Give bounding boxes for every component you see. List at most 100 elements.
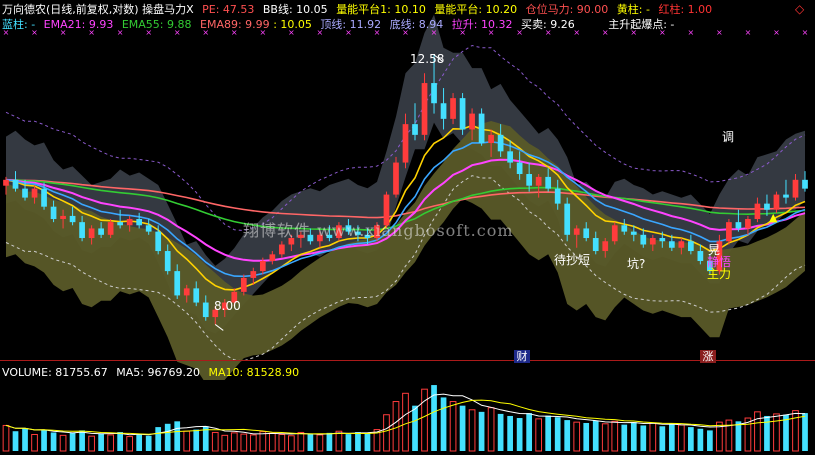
rise-marker: 涨	[700, 350, 716, 363]
candle-body	[773, 194, 780, 210]
stock-title: 万向德农(日线,前复权,对数) 操盘马力X	[2, 3, 194, 16]
ema21-value: EMA21: 9.93	[43, 18, 114, 31]
volume-bar	[145, 435, 152, 451]
volume-bar	[22, 428, 28, 451]
candle-body	[278, 244, 285, 255]
volume-bar	[345, 434, 352, 451]
candle-body	[155, 231, 162, 252]
signal-star: ×	[802, 28, 809, 37]
volume-bar	[487, 407, 495, 452]
signal-star: ×	[716, 28, 723, 37]
volume-bar	[707, 430, 713, 451]
candle-body	[545, 176, 552, 189]
volume-bar	[459, 405, 466, 451]
volume-bar	[383, 414, 390, 452]
candle-body	[117, 222, 123, 226]
candle-body	[754, 203, 761, 220]
volume-bar	[802, 413, 808, 451]
volume-bar	[649, 422, 657, 452]
volume-bar	[583, 422, 590, 451]
volume-bar	[697, 428, 704, 451]
volume-bar	[107, 434, 114, 452]
ma10-value: MA10: 81528.90	[208, 366, 300, 379]
volume-bar	[573, 421, 581, 452]
volume-bar	[221, 434, 229, 452]
candle-body	[50, 206, 57, 220]
header-row-2: 蓝柱: - EMA21: 9.93 EMA55: 9.88 EMA89: 9.9…	[2, 16, 679, 32]
candle-body	[183, 288, 190, 296]
volume-bar	[268, 432, 276, 452]
candle-body	[79, 222, 85, 239]
candle-body	[602, 241, 609, 252]
volume-value: VOLUME: 81755.67	[2, 366, 108, 379]
volume-bar	[240, 433, 248, 452]
panel-separator	[0, 360, 815, 361]
candle-body	[668, 241, 675, 248]
candle-body	[564, 203, 571, 235]
volume-bar	[421, 388, 428, 452]
candle-body	[783, 194, 789, 198]
candle-body	[3, 179, 9, 186]
volume-bar	[316, 434, 324, 452]
volume-bar	[526, 413, 533, 451]
volume-bar	[50, 432, 57, 451]
candle-body	[649, 238, 656, 245]
volume-bar	[677, 424, 685, 452]
candle-body	[240, 277, 247, 292]
low-price-label: 8.00	[214, 299, 241, 313]
yellow-bar-value: 黄柱: -	[616, 3, 650, 16]
candle-body	[659, 238, 666, 242]
volume-bar	[412, 405, 418, 451]
volume-chart	[2, 385, 808, 452]
candle-body	[136, 219, 143, 226]
volume-bar	[249, 434, 257, 452]
pe-value: PE: 47.53	[202, 3, 255, 16]
volume-bar	[230, 432, 238, 452]
diamond-icon: ◇	[795, 2, 805, 16]
volume-bar	[516, 418, 523, 451]
volume-bar	[211, 431, 219, 452]
buy-signal-icon: ▲	[769, 211, 778, 224]
candle-body	[630, 231, 637, 235]
volume-bar	[2, 424, 10, 452]
candle-body	[250, 271, 257, 278]
ema-extra-value: : 10.05	[273, 18, 312, 31]
volume-bar	[497, 413, 504, 451]
position-value: 仓位马力: 90.00	[525, 3, 609, 16]
candle-body	[41, 188, 47, 207]
volume-bar	[640, 425, 647, 451]
candle-body	[478, 113, 485, 144]
volume-header: VOLUME: 81755.67 MA5: 96769.20 MA10: 815…	[2, 366, 304, 379]
candle-body	[202, 302, 209, 318]
candle-body	[145, 225, 152, 232]
volume-bar	[12, 431, 19, 451]
ema55-value: EMA55: 9.88	[121, 18, 192, 31]
volume-bar	[164, 423, 171, 451]
volume-bar	[88, 435, 95, 452]
candle-body	[69, 215, 76, 223]
volume-bar	[478, 411, 485, 451]
volume-bar	[449, 401, 457, 452]
candle-body	[259, 260, 266, 272]
signal-star: ×	[745, 28, 752, 37]
volume-bar	[592, 420, 599, 451]
volume-bar	[155, 427, 162, 451]
volume-bar	[507, 415, 513, 451]
main-force-label: 主力	[707, 267, 732, 281]
candle-body	[802, 179, 808, 189]
candle-body	[450, 98, 456, 119]
volume-bar	[31, 434, 38, 452]
pit-label: 坑?	[627, 257, 646, 271]
candle-body	[31, 188, 38, 198]
volume-bar	[278, 434, 286, 452]
volume-bar	[402, 392, 409, 452]
candle-body	[440, 103, 447, 119]
high-price-label: 12.58	[410, 52, 445, 66]
buy-dip-label: 待抄短	[554, 253, 591, 267]
candle-body	[611, 225, 618, 242]
volume-bar	[136, 434, 143, 451]
volume-bar	[754, 411, 761, 452]
bb-value: BB线: 10.05	[262, 3, 328, 16]
signal-star: ×	[773, 28, 780, 37]
blue-bar-value: 蓝柱: -	[2, 18, 36, 31]
